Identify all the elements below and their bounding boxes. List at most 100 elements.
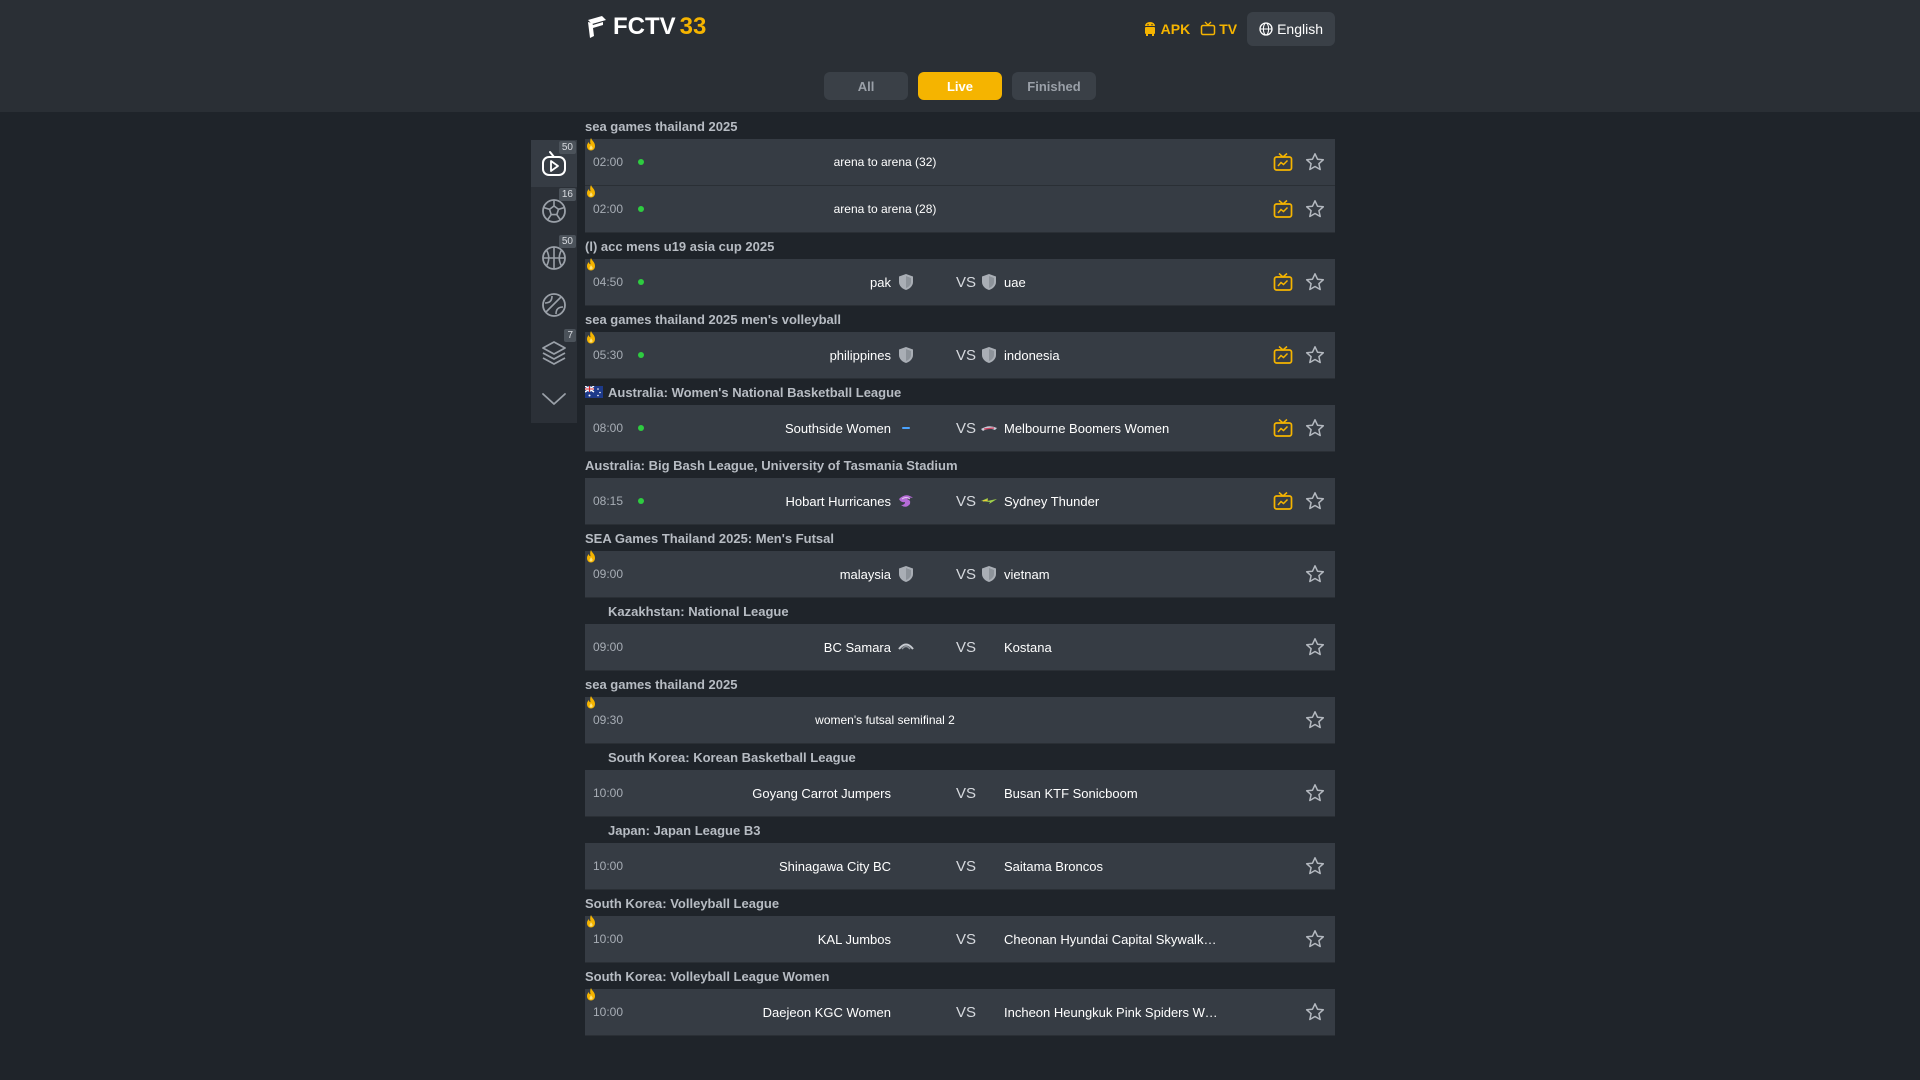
favorite-button[interactable] bbox=[1305, 710, 1325, 735]
site-logo[interactable]: FCTV 33 bbox=[585, 12, 706, 42]
tab-all[interactable]: All bbox=[824, 72, 908, 100]
match-row[interactable]: 09:00 malaysia VS vietnam bbox=[585, 550, 1335, 598]
league-header[interactable]: South Korea: Volleyball League bbox=[585, 890, 1335, 916]
league-flag-icon bbox=[585, 605, 603, 617]
home-team-name: pak bbox=[870, 274, 891, 290]
tv-link[interactable]: TV bbox=[1200, 21, 1237, 37]
league-group: (l) acc mens u19 asia cup 2025 04:50 pak VS… bbox=[585, 233, 1335, 306]
watch-stream-button[interactable] bbox=[1273, 418, 1293, 443]
league-header[interactable]: Australia: Big Bash League, University o… bbox=[585, 452, 1335, 478]
league-header[interactable]: (l) acc mens u19 asia cup 2025 bbox=[585, 233, 1335, 259]
favorite-button[interactable] bbox=[1305, 418, 1325, 443]
match-row[interactable]: 02:00 arena to arena (28) bbox=[585, 185, 1335, 233]
league-header[interactable]: Australia: Women's National Basketball L… bbox=[585, 379, 1335, 405]
league-header[interactable]: SEA Games Thailand 2025: Men's Futsal bbox=[585, 525, 1335, 551]
favorite-button[interactable] bbox=[1305, 345, 1325, 370]
favorite-button[interactable] bbox=[1305, 1002, 1325, 1027]
favorite-button[interactable] bbox=[1305, 564, 1325, 589]
away-team: Sydney Thunder bbox=[980, 478, 1220, 524]
sidebar-item-other[interactable]: 7 bbox=[531, 328, 577, 375]
league-header[interactable]: Kazakhstan: National League bbox=[585, 598, 1335, 624]
watch-stream-button[interactable] bbox=[1273, 491, 1293, 516]
sidebar-badge: 50 bbox=[558, 235, 576, 248]
watch-stream-button[interactable] bbox=[1273, 272, 1293, 297]
globe-icon bbox=[1259, 22, 1273, 36]
away-team-name: Incheon Heungkuk Pink Spiders Women bbox=[1004, 1004, 1219, 1020]
match-time: 10:00 bbox=[593, 932, 624, 946]
match-time: 05:30 bbox=[593, 348, 624, 362]
away-team-name: Melbourne Boomers Women bbox=[1004, 420, 1170, 436]
league-header[interactable]: sea games thailand 2025 men's volleyball bbox=[585, 306, 1335, 332]
sidebar-item-live[interactable]: 50 bbox=[531, 140, 577, 187]
match-row[interactable]: 09:30 women's futsal semifinal 2 bbox=[585, 696, 1335, 744]
watch-stream-button[interactable] bbox=[1273, 345, 1293, 370]
team-shield-icon bbox=[899, 347, 913, 363]
star-icon bbox=[1305, 565, 1325, 583]
match-row[interactable]: 08:00 Southside Women VS Melbourne Boomers … bbox=[585, 405, 1335, 452]
vs-label: VS bbox=[955, 346, 976, 364]
league-header[interactable]: sea games thailand 2025 bbox=[585, 671, 1335, 697]
favorite-button[interactable] bbox=[1305, 929, 1325, 954]
team-shield-icon bbox=[899, 566, 913, 582]
match-row[interactable]: 10:00 Daejeon KGC Women VS Incheon Heungkuk… bbox=[585, 988, 1335, 1036]
logo-text: FCTV bbox=[613, 13, 676, 40]
sport-sidebar: 50 16 50 7 bbox=[531, 140, 577, 423]
home-team: Goyang Carrot Jumpers bbox=[675, 770, 915, 816]
logo-accent: 33 bbox=[679, 13, 707, 40]
match-row[interactable]: 10:00 Shinagawa City BC VS Saitama Broncos bbox=[585, 843, 1335, 890]
match-time: 02:00 bbox=[593, 202, 624, 216]
match-time: 09:00 bbox=[593, 640, 624, 654]
tennis-icon bbox=[542, 292, 566, 317]
away-team-logo bbox=[980, 857, 998, 875]
favorite-button[interactable] bbox=[1305, 272, 1325, 297]
match-time: 08:00 bbox=[593, 421, 624, 435]
favorite-button[interactable] bbox=[1305, 491, 1325, 516]
star-icon bbox=[1305, 200, 1325, 218]
sidebar-item-football[interactable]: 16 bbox=[531, 187, 577, 234]
favorite-button[interactable] bbox=[1305, 152, 1325, 177]
star-icon bbox=[1305, 930, 1325, 948]
home-team: Southside Women bbox=[675, 405, 915, 451]
league-flag-icon bbox=[585, 824, 603, 836]
match-row[interactable]: 10:00 Goyang Carrot Jumpers VS Busan KTF So… bbox=[585, 770, 1335, 817]
sidebar-badge: 7 bbox=[564, 329, 576, 342]
league-name: Kazakhstan: National League bbox=[608, 603, 789, 619]
home-team-logo bbox=[897, 638, 915, 656]
tab-finished[interactable]: Finished bbox=[1012, 72, 1096, 100]
home-team: pak bbox=[675, 259, 915, 305]
away-team-name: uae bbox=[1004, 274, 1026, 290]
watch-stream-button[interactable] bbox=[1273, 199, 1293, 224]
league-header[interactable]: South Korea: Volleyball League Women bbox=[585, 963, 1335, 989]
favorite-button[interactable] bbox=[1305, 637, 1325, 662]
language-button[interactable]: English bbox=[1247, 12, 1335, 46]
league-group: South Korea: Korean Basketball League 10:… bbox=[585, 744, 1335, 817]
match-row[interactable]: 08:15 Hobart Hurricanes VS Sydney Thunder bbox=[585, 478, 1335, 525]
match-row[interactable]: 02:00 arena to arena (32) bbox=[585, 138, 1335, 186]
live-stream-icon bbox=[1273, 152, 1293, 171]
vs-label: VS bbox=[955, 857, 976, 875]
sidebar-expand[interactable] bbox=[531, 375, 577, 422]
favorite-button[interactable] bbox=[1305, 199, 1325, 224]
league-header[interactable]: sea games thailand 2025 bbox=[585, 113, 1335, 139]
away-team-name: indonesia bbox=[1004, 347, 1060, 363]
tab-live[interactable]: Live bbox=[918, 72, 1002, 100]
match-row[interactable]: 10:00 KAL Jumbos VS Cheonan Hyundai Capital… bbox=[585, 915, 1335, 963]
home-team-logo bbox=[897, 857, 915, 875]
away-team: Incheon Heungkuk Pink Spiders Women bbox=[980, 989, 1220, 1035]
match-row[interactable]: 05:30 philippines VS indonesia bbox=[585, 331, 1335, 379]
sidebar-item-basketball[interactable]: 50 bbox=[531, 234, 577, 281]
league-header[interactable]: South Korea: Korean Basketball League bbox=[585, 744, 1335, 770]
league-header[interactable]: Japan: Japan League B3 bbox=[585, 817, 1335, 843]
star-icon bbox=[1305, 711, 1325, 729]
watch-stream-button[interactable] bbox=[1273, 152, 1293, 177]
apk-link[interactable]: APK bbox=[1142, 21, 1190, 37]
sidebar-badge: 50 bbox=[558, 141, 576, 154]
favorite-button[interactable] bbox=[1305, 856, 1325, 881]
header-actions: APK TV English bbox=[1130, 12, 1335, 46]
star-icon bbox=[1305, 638, 1325, 656]
match-row[interactable]: 04:50 pak VS uae bbox=[585, 258, 1335, 306]
home-team: philippines bbox=[675, 332, 915, 378]
favorite-button[interactable] bbox=[1305, 783, 1325, 808]
sidebar-item-tennis[interactable] bbox=[531, 281, 577, 328]
match-row[interactable]: 09:00 BC Samara VS Kostana bbox=[585, 624, 1335, 671]
